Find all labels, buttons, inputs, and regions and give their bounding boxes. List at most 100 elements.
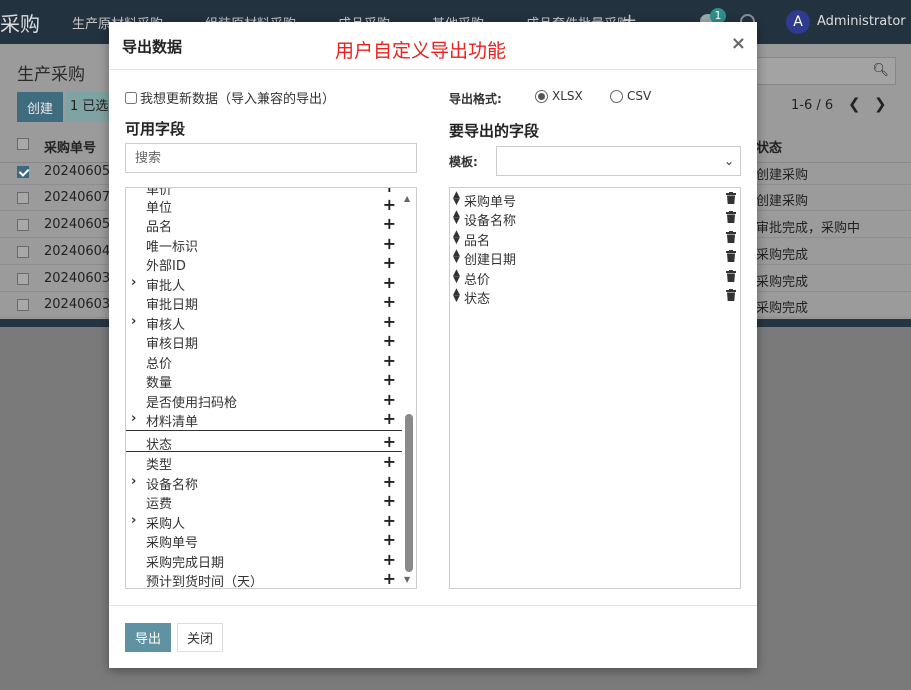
add-field-plus-icon[interactable]: +: [383, 370, 396, 389]
user-name[interactable]: Administrator: [817, 14, 906, 29]
drag-handle-icon[interactable]: ▲ ▼: [453, 230, 460, 246]
trash-icon[interactable]: [726, 231, 736, 243]
add-field-plus-icon[interactable]: +: [383, 472, 396, 491]
expand-chevron-icon[interactable]: ›: [131, 411, 136, 426]
search-icon[interactable]: 🔍︎: [872, 63, 889, 78]
add-field-plus-icon[interactable]: +: [383, 195, 396, 214]
export-field[interactable]: ▲ ▼ 品名: [450, 229, 740, 249]
row-checkbox[interactable]: [17, 246, 29, 258]
available-field[interactable]: › 材料清单 +: [126, 409, 402, 430]
column-order-no[interactable]: 采购单号: [44, 137, 96, 156]
add-field-plus-icon[interactable]: +: [383, 312, 396, 331]
trash-icon[interactable]: [726, 270, 736, 282]
row-checkbox[interactable]: [17, 299, 29, 311]
drag-handle-icon[interactable]: ▲ ▼: [453, 210, 460, 226]
scroll-down-icon[interactable]: ▼: [404, 575, 410, 584]
expand-chevron-icon[interactable]: ›: [131, 474, 136, 489]
export-button[interactable]: 导出: [125, 623, 171, 652]
add-field-plus-icon[interactable]: +: [383, 273, 396, 292]
export-field[interactable]: ▲ ▼ 状态: [450, 287, 740, 307]
drag-handle-icon[interactable]: ▲ ▼: [453, 269, 460, 285]
field-label: 审批日期: [146, 298, 199, 313]
add-field-plus-icon[interactable]: +: [383, 511, 396, 530]
add-field-plus-icon[interactable]: +: [383, 234, 396, 253]
select-all-checkbox[interactable]: [17, 138, 29, 150]
available-field[interactable]: › 审核人 +: [126, 312, 402, 333]
available-field[interactable]: › 设备名称 +: [126, 472, 402, 493]
pager-previous-icon[interactable]: ❮: [848, 95, 861, 113]
available-field[interactable]: › 审批人 +: [126, 273, 402, 294]
export-field[interactable]: ▲ ▼ 总价: [450, 268, 740, 288]
add-field-plus-icon[interactable]: +: [383, 253, 396, 272]
expand-chevron-icon[interactable]: ›: [131, 513, 136, 528]
row-checkbox[interactable]: [17, 166, 29, 178]
search-bar[interactable]: 🔍︎: [755, 57, 896, 85]
scrollbar-thumb[interactable]: [405, 414, 413, 572]
available-field[interactable]: 是否使用扫码枪 +: [126, 390, 402, 411]
row-checkbox[interactable]: [17, 219, 29, 231]
add-field-plus-icon[interactable]: +: [383, 491, 396, 510]
export-field[interactable]: ▲ ▼ 创建日期: [450, 248, 740, 268]
add-field-plus-icon[interactable]: +: [383, 432, 396, 451]
import-compat-checkbox[interactable]: [125, 91, 137, 104]
format-xlsx-option[interactable]: XLSX: [535, 89, 583, 103]
export-field[interactable]: ▲ ▼ 采购单号: [450, 190, 740, 210]
available-field[interactable]: 运费 +: [126, 491, 402, 512]
add-field-plus-icon[interactable]: +: [383, 550, 396, 569]
close-button[interactable]: 关闭: [177, 623, 223, 652]
available-field[interactable]: 审核日期 +: [126, 331, 402, 352]
available-field[interactable]: 审批日期 +: [126, 292, 402, 313]
add-field-plus-icon[interactable]: +: [383, 530, 396, 549]
drag-handle-icon[interactable]: ▲ ▼: [453, 288, 460, 304]
trash-icon[interactable]: [726, 289, 736, 301]
add-field-plus-icon[interactable]: +: [383, 331, 396, 350]
available-field[interactable]: 品名 +: [126, 214, 402, 235]
trash-icon[interactable]: [726, 192, 736, 204]
available-field[interactable]: 唯一标识 +: [126, 234, 402, 255]
scroll-up-icon[interactable]: ▲: [404, 194, 410, 203]
column-state[interactable]: 状态: [756, 137, 782, 156]
import-compat-option[interactable]: 我想更新数据（导入兼容的导出）: [125, 88, 335, 107]
close-icon[interactable]: ×: [731, 33, 746, 54]
available-field[interactable]: 总价 +: [126, 351, 402, 372]
available-fields-list[interactable]: 单价 + 单位 + 品名 + 唯一标识 + 外部ID + › 审批人 + 审批日…: [125, 187, 417, 589]
available-field[interactable]: 单位 +: [126, 195, 402, 216]
format-csv-radio[interactable]: [610, 89, 623, 103]
add-field-plus-icon[interactable]: +: [383, 569, 396, 588]
trash-icon[interactable]: [726, 250, 736, 262]
pager-next-icon[interactable]: ❯: [874, 95, 887, 113]
available-field[interactable]: 采购完成日期 +: [126, 550, 402, 571]
add-field-plus-icon[interactable]: +: [383, 214, 396, 233]
dialog-annotation: 用户自定义导出功能: [335, 40, 507, 62]
available-field-selected[interactable]: 状态 +: [126, 430, 402, 453]
create-button[interactable]: 创建: [17, 92, 63, 122]
drag-handle-icon[interactable]: ▲ ▼: [453, 249, 460, 265]
available-fields-scrollbar[interactable]: ▲ ▼: [404, 192, 414, 586]
app-title[interactable]: 采购: [0, 8, 40, 37]
available-field[interactable]: 外部ID +: [126, 253, 402, 274]
available-field[interactable]: 采购单号 +: [126, 530, 402, 551]
template-select[interactable]: ⌄: [496, 146, 741, 176]
drag-handle-icon[interactable]: ▲ ▼: [453, 191, 460, 207]
pager-value[interactable]: 1-6 / 6: [791, 98, 833, 113]
available-field[interactable]: 数量 +: [126, 370, 402, 391]
add-field-plus-icon[interactable]: +: [383, 351, 396, 370]
field-search-input[interactable]: [125, 143, 417, 173]
add-field-plus-icon[interactable]: +: [383, 292, 396, 311]
add-field-plus-icon[interactable]: +: [383, 409, 396, 428]
row-checkbox[interactable]: [17, 273, 29, 285]
available-field[interactable]: 类型 +: [126, 452, 402, 473]
export-fields-list[interactable]: ▲ ▼ 采购单号 ▲ ▼ 设备名称 ▲ ▼ 品名 ▲ ▼ 创建日期 ▲ ▼ 总价 ▲ ▼ 状…: [449, 187, 741, 589]
avatar[interactable]: A: [786, 10, 810, 34]
expand-chevron-icon[interactable]: ›: [131, 275, 136, 290]
format-csv-option[interactable]: CSV: [610, 89, 651, 103]
expand-chevron-icon[interactable]: ›: [131, 314, 136, 329]
add-field-plus-icon[interactable]: +: [383, 452, 396, 471]
available-field[interactable]: 预计到货时间（天） +: [126, 569, 402, 588]
trash-icon[interactable]: [726, 211, 736, 223]
available-field[interactable]: › 采购人 +: [126, 511, 402, 532]
export-field[interactable]: ▲ ▼ 设备名称: [450, 209, 740, 229]
format-xlsx-radio[interactable]: [535, 89, 548, 103]
add-field-plus-icon[interactable]: +: [383, 390, 396, 409]
row-checkbox[interactable]: [17, 192, 29, 204]
